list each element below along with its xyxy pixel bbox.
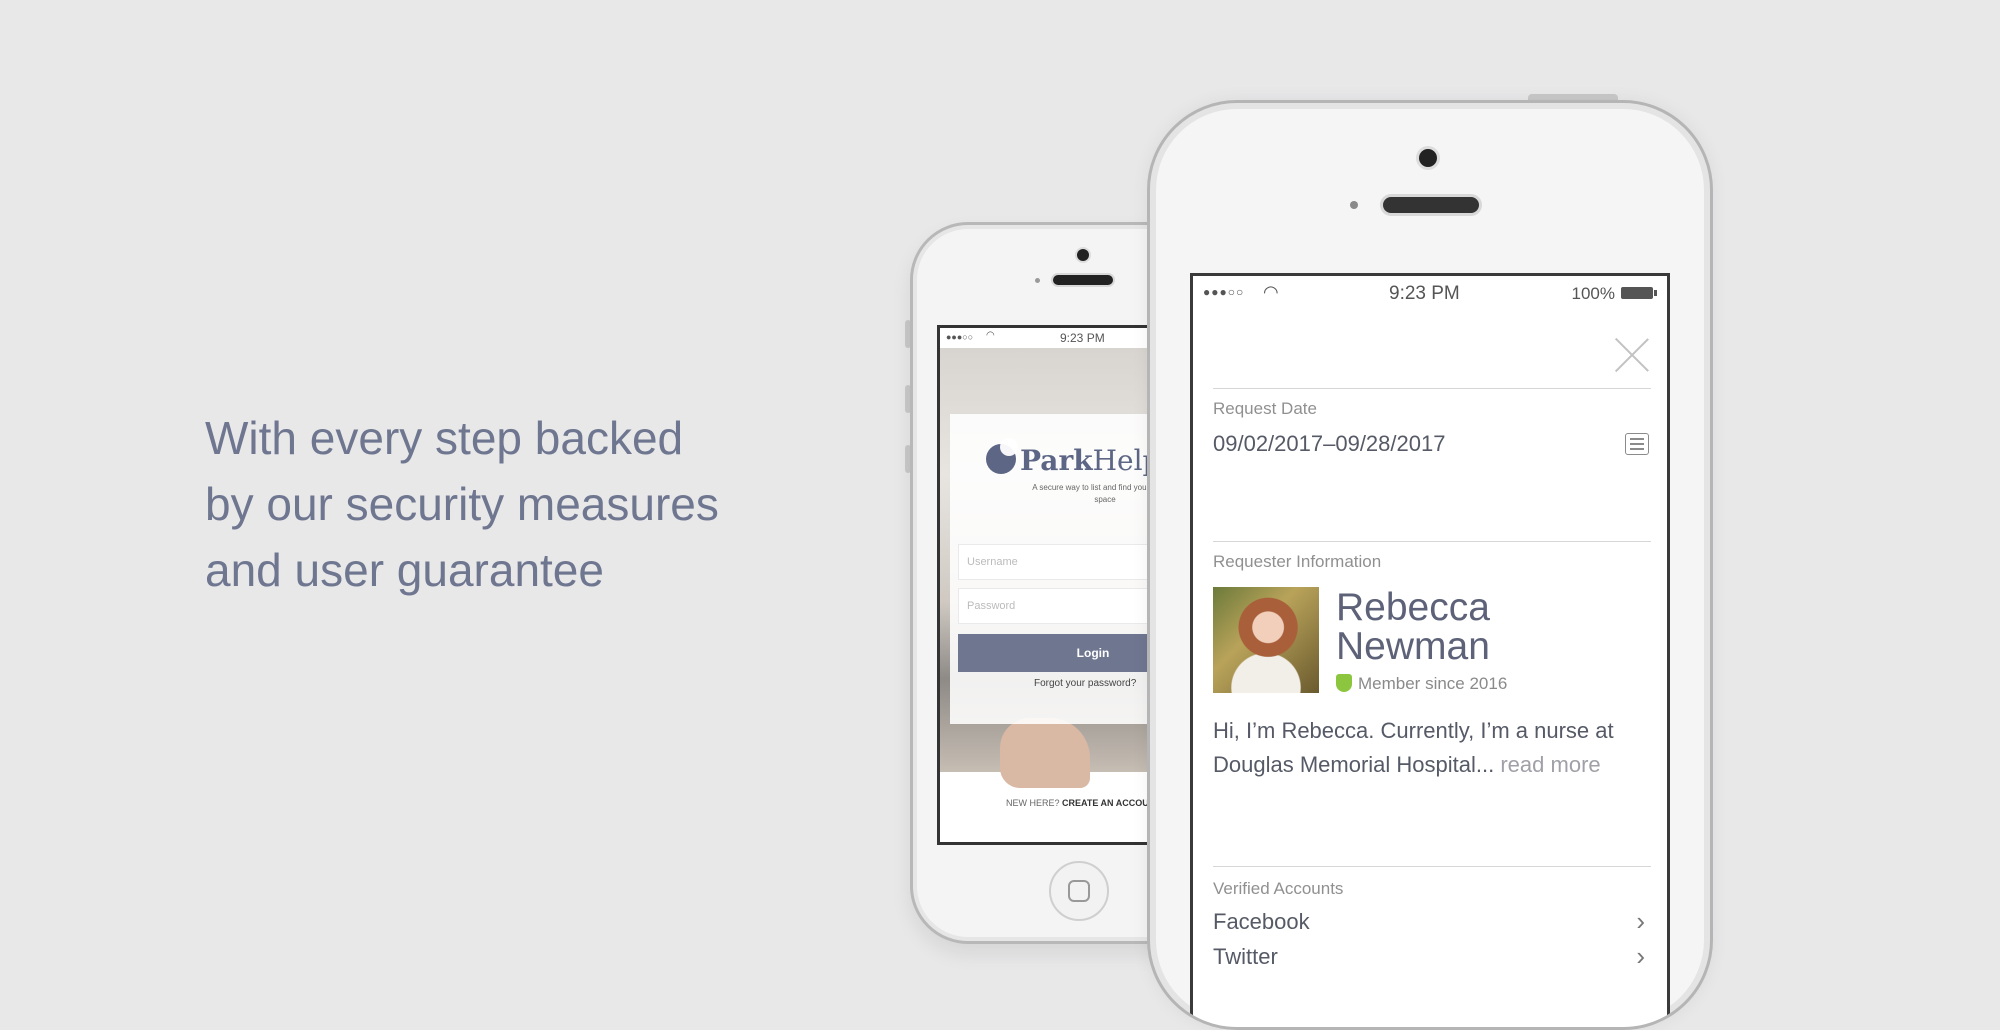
logo-bold: Park xyxy=(1020,444,1093,477)
home-button[interactable] xyxy=(1049,861,1109,921)
speaker xyxy=(1053,275,1113,285)
divider xyxy=(1213,541,1651,542)
divider xyxy=(1213,866,1651,867)
account-facebook[interactable]: Facebook xyxy=(1213,909,1310,935)
battery-percent: 100% xyxy=(1571,284,1615,303)
speaker xyxy=(1383,197,1479,213)
signal-icon: ●●●○○ xyxy=(1203,285,1245,299)
tagline: With every step backed by our security m… xyxy=(205,405,719,603)
create-account-link[interactable]: CREATE AN ACCOUNT xyxy=(1062,798,1161,808)
new-here-text: NEW HERE? xyxy=(1006,798,1060,808)
tagline-line: by our security measures xyxy=(205,478,719,530)
camera xyxy=(1077,249,1089,261)
request-date-value[interactable]: 09/02/2017–09/28/2017 xyxy=(1213,431,1445,457)
camera xyxy=(1419,149,1437,167)
requester-info-label: Requester Information xyxy=(1213,552,1382,571)
member-badge: Member since 2016 xyxy=(1336,674,1507,694)
close-icon[interactable] xyxy=(1615,338,1649,372)
chevron-right-icon[interactable]: › xyxy=(1636,906,1645,937)
signup-prompt: NEW HERE? CREATE AN ACCOUNT xyxy=(1006,798,1161,808)
signal-icon: ●●●○○ xyxy=(946,332,974,342)
calendar-icon[interactable] xyxy=(1625,433,1649,455)
parkhelp-logo-icon xyxy=(986,438,1018,474)
wifi-icon: ◠ xyxy=(1263,282,1279,302)
status-time: 9:23 PM xyxy=(1389,283,1460,304)
status-time: 9:23 PM xyxy=(1060,331,1105,345)
account-twitter[interactable]: Twitter xyxy=(1213,944,1278,970)
first-name: Rebecca xyxy=(1336,586,1490,629)
forgot-password-link[interactable]: Forgot your password? xyxy=(1034,678,1136,689)
detail-phone: ●●●○○ ◠ 9:23 PM 100% Request Date 09/02/… xyxy=(1147,100,1713,1030)
app-logo: ParkHelp xyxy=(1020,444,1160,477)
read-more-link[interactable]: read more xyxy=(1500,752,1600,777)
wifi-icon: ◠ xyxy=(986,330,995,341)
request-detail-screen: ●●●○○ ◠ 9:23 PM 100% Request Date 09/02/… xyxy=(1190,273,1670,1027)
divider xyxy=(1213,388,1651,389)
status-bar: ●●●○○ ◠ 9:23 PM 100% xyxy=(1193,276,1667,312)
sensor xyxy=(1350,201,1358,209)
avatar xyxy=(1213,587,1319,693)
tagline-line: and user guarantee xyxy=(205,544,604,596)
requester-name: Rebecca Newman xyxy=(1336,588,1490,666)
last-name: Newman xyxy=(1336,625,1490,668)
home-button-icon xyxy=(1068,880,1090,902)
chevron-right-icon[interactable]: › xyxy=(1636,941,1645,972)
battery-icon xyxy=(1621,287,1657,299)
requester-bio: Hi, I’m Rebecca. Currently, I’m a nurse … xyxy=(1213,714,1653,782)
verified-shield-icon xyxy=(1336,674,1352,692)
hand-image xyxy=(1000,718,1090,788)
sensor xyxy=(1035,278,1040,283)
member-since: Member since 2016 xyxy=(1358,674,1508,693)
tagline-line: With every step backed xyxy=(205,412,684,464)
verified-accounts-label: Verified Accounts xyxy=(1213,879,1344,898)
request-date-label: Request Date xyxy=(1213,399,1317,418)
